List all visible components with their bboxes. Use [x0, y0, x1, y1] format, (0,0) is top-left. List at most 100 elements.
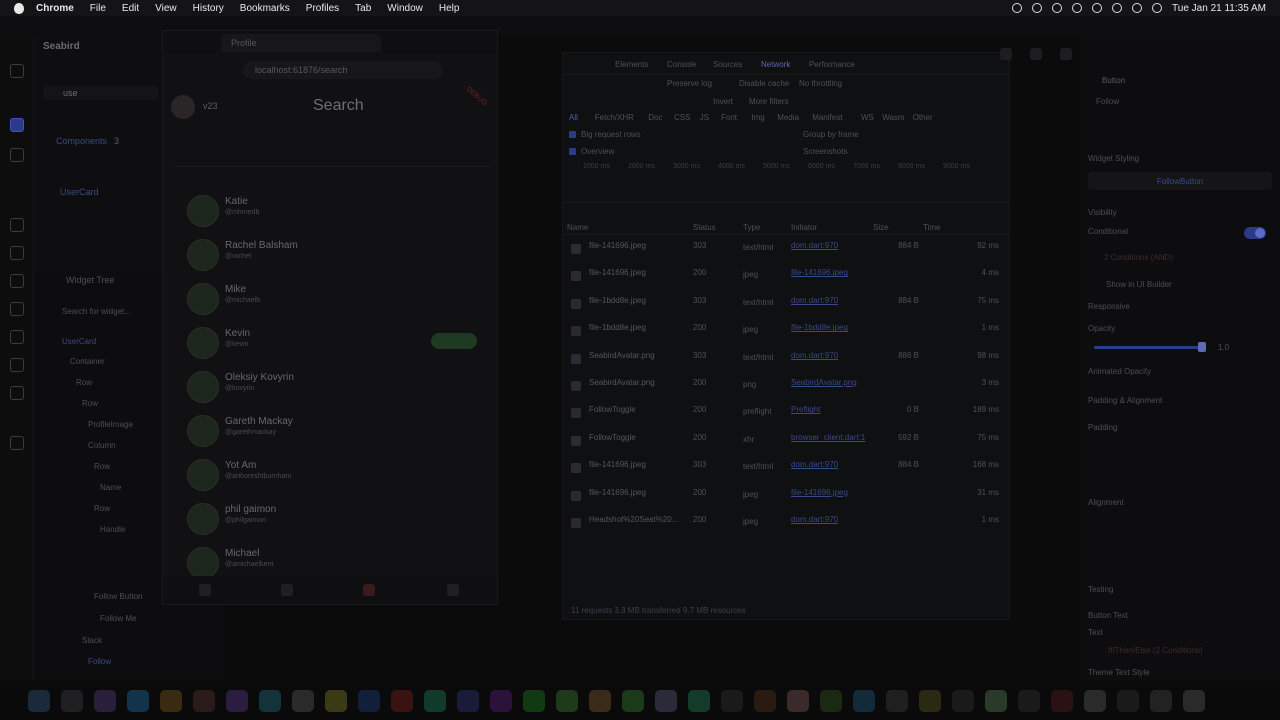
- column-header[interactable]: Type: [743, 223, 760, 232]
- text-value-field[interactable]: If/Then/Else (2 Conditions): [1108, 646, 1203, 655]
- request-initiator[interactable]: dom.dart:970: [791, 241, 838, 250]
- tree-node[interactable]: Row: [76, 378, 92, 387]
- widget-name-input[interactable]: Follow: [1096, 97, 1119, 106]
- request-initiator[interactable]: dom.dart:970: [791, 296, 838, 305]
- status-icon[interactable]: [1052, 3, 1063, 13]
- avatar[interactable]: [187, 503, 219, 535]
- menu-profiles[interactable]: Profiles: [306, 3, 339, 14]
- settings-icon[interactable]: [10, 436, 24, 450]
- dock-app-icon[interactable]: [886, 690, 908, 712]
- table-row[interactable]: SeabirdAvatar.png 303 text/html dom.dart:97…: [563, 347, 1009, 374]
- follow-button[interactable]: [431, 509, 477, 525]
- menu-help[interactable]: Help: [439, 3, 460, 14]
- filter-type[interactable]: Fetch/XHR: [595, 113, 634, 122]
- filter-type[interactable]: Doc: [648, 113, 662, 122]
- menu-history[interactable]: History: [193, 3, 224, 14]
- dock-app-icon[interactable]: [424, 690, 446, 712]
- theme-icon[interactable]: [10, 302, 24, 316]
- bug-icon[interactable]: [10, 386, 24, 400]
- dock-app-icon[interactable]: [259, 690, 281, 712]
- dock-app-icon[interactable]: [127, 690, 149, 712]
- column-header[interactable]: Size: [873, 223, 889, 232]
- dock-app-icon[interactable]: [589, 690, 611, 712]
- menu-view[interactable]: View: [155, 3, 177, 14]
- segmented-tabs[interactable]: [173, 141, 489, 167]
- dock-app-icon[interactable]: [820, 690, 842, 712]
- request-initiator[interactable]: dom.dart:970: [791, 460, 838, 469]
- request-initiator[interactable]: SeabirdAvatar.png: [791, 378, 857, 387]
- conditional-toggle[interactable]: [1244, 227, 1266, 239]
- dock-app-icon[interactable]: [952, 690, 974, 712]
- column-header[interactable]: Initiator: [791, 223, 817, 232]
- avatar[interactable]: [187, 547, 219, 579]
- tree-node[interactable]: ProfileImage: [88, 420, 133, 429]
- dock-app-icon[interactable]: [919, 690, 941, 712]
- filter-type[interactable]: Manifest: [812, 113, 842, 122]
- widget-search-input[interactable]: Search for widget...: [62, 307, 131, 316]
- list-item[interactable]: phil gaimon @philgaimon: [163, 499, 497, 543]
- widget-tree-icon[interactable]: [10, 118, 24, 132]
- home-icon[interactable]: [199, 584, 211, 596]
- tree-node[interactable]: Row: [94, 462, 110, 471]
- tab-console[interactable]: Console: [667, 60, 696, 69]
- avatar[interactable]: [187, 459, 219, 491]
- style-select[interactable]: FollowButton: [1088, 172, 1272, 190]
- cloud-icon[interactable]: [10, 330, 24, 344]
- menu-app-name[interactable]: Chrome: [36, 3, 74, 14]
- tree-node[interactable]: Column: [88, 441, 116, 450]
- filter-type[interactable]: Img: [751, 113, 764, 122]
- column-header[interactable]: Name: [567, 223, 588, 232]
- filter-type[interactable]: CSS: [674, 113, 690, 122]
- tree-node[interactable]: Name: [100, 483, 121, 492]
- tab-sources[interactable]: Sources: [713, 60, 742, 69]
- menu-bookmarks[interactable]: Bookmarks: [240, 3, 290, 14]
- dock-app-icon[interactable]: [490, 690, 512, 712]
- request-initiator[interactable]: dom.dart:970: [791, 515, 838, 524]
- apple-icon[interactable]: [14, 2, 24, 14]
- avatar[interactable]: [187, 195, 219, 227]
- more-filters-dropdown[interactable]: More filters: [749, 97, 789, 106]
- screenshots-label[interactable]: Screenshots: [803, 147, 847, 156]
- dock-app-icon[interactable]: [754, 690, 776, 712]
- dock-app-icon[interactable]: [61, 690, 83, 712]
- add-widget-icon[interactable]: [10, 64, 24, 78]
- bell-icon[interactable]: [281, 584, 293, 596]
- dock-app-icon[interactable]: [1084, 690, 1106, 712]
- project-name[interactable]: Seabird: [43, 41, 80, 52]
- dock-app-icon[interactable]: [226, 690, 248, 712]
- follow-button[interactable]: [431, 333, 477, 349]
- filter-type[interactable]: JS: [700, 113, 709, 122]
- request-initiator[interactable]: file-141696.jpeg: [791, 488, 848, 497]
- tab-performance[interactable]: Performance: [809, 60, 855, 69]
- column-header[interactable]: Time: [923, 223, 940, 232]
- browser-tab[interactable]: Profile: [221, 34, 381, 52]
- checkbox[interactable]: [569, 148, 576, 155]
- tree-node[interactable]: Follow Me: [100, 614, 136, 623]
- group-by-frame-label[interactable]: Group by frame: [803, 130, 859, 139]
- avatar[interactable]: [187, 283, 219, 315]
- dock-app-icon[interactable]: [160, 690, 182, 712]
- table-row[interactable]: SeabirdAvatar.png 200 png SeabirdAvatar.png…: [563, 374, 1009, 401]
- avatar[interactable]: [171, 95, 195, 119]
- dock-app-icon[interactable]: [292, 690, 314, 712]
- status-icon[interactable]: [1032, 3, 1043, 13]
- follow-button[interactable]: [431, 553, 477, 569]
- conditions-link[interactable]: 2 Conditions (AND): [1104, 253, 1173, 262]
- tree-node[interactable]: Stack: [82, 636, 102, 645]
- tree-node[interactable]: Row: [82, 399, 98, 408]
- search-icon[interactable]: [1132, 3, 1143, 13]
- dock-app-icon[interactable]: [721, 690, 743, 712]
- puzzle-icon[interactable]: [1060, 48, 1072, 60]
- disable-cache-checkbox[interactable]: Disable cache: [739, 79, 789, 88]
- list-item[interactable]: Mike @michaelb: [163, 279, 497, 323]
- data-icon[interactable]: [10, 218, 24, 232]
- table-row[interactable]: FollowToggle 200 preflight Preflight 0 B 189 …: [563, 401, 1009, 428]
- filter-type[interactable]: Other: [913, 113, 933, 122]
- gear-icon[interactable]: [447, 584, 459, 596]
- search-icon[interactable]: [363, 584, 375, 596]
- menu-tab[interactable]: Tab: [355, 3, 371, 14]
- avatar[interactable]: [187, 327, 219, 359]
- filter-type[interactable]: All: [569, 113, 578, 122]
- circle-icon[interactable]: [1030, 48, 1042, 60]
- preserve-log-checkbox[interactable]: Preserve log: [667, 79, 712, 88]
